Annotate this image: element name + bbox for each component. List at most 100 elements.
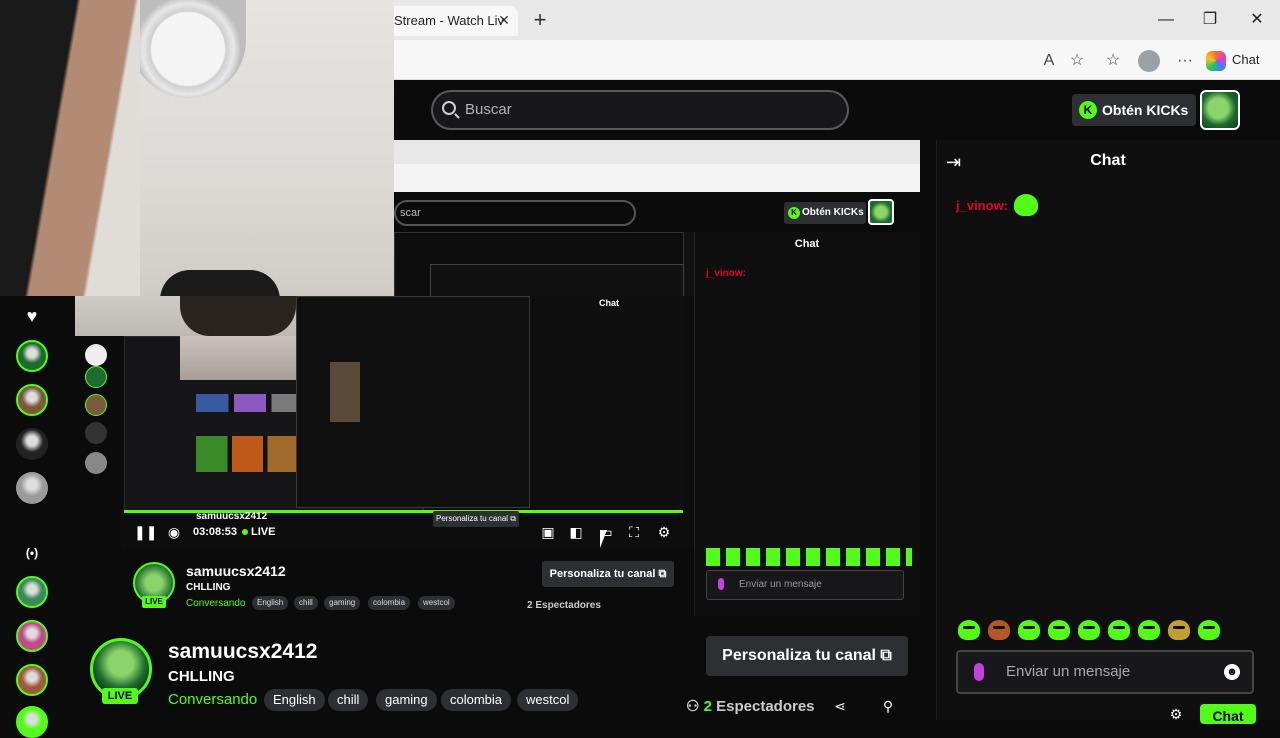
nested-player-customize: Personaliza tu canal ⧉ <box>433 511 519 527</box>
nested-sidebar-avatar <box>85 422 107 444</box>
profile-icon[interactable] <box>1138 50 1160 72</box>
stream-tag[interactable]: English <box>264 689 325 711</box>
emote-button[interactable] <box>1108 620 1130 640</box>
streamer-figure <box>0 0 140 296</box>
emote-button[interactable] <box>958 620 980 640</box>
minimize-button[interactable]: — <box>1146 8 1186 32</box>
pause-icon[interactable]: ❚❚ <box>134 522 157 542</box>
emote-button[interactable] <box>1048 620 1070 640</box>
customize-channel-button[interactable]: Personaliza tu canal ⧉ <box>706 636 908 676</box>
nested-search: scar <box>394 200 636 226</box>
tab-close-icon[interactable]: ✕ <box>496 10 512 30</box>
mini-player-icon[interactable]: ▣ <box>538 522 558 542</box>
wall-clock <box>130 0 246 98</box>
nested-thumbnail-figure <box>330 362 360 422</box>
nested-sidebar-avatar <box>85 366 107 388</box>
chat-message-user[interactable]: j_vinow: <box>956 198 1008 213</box>
get-kicks-label: Obtén KICKs <box>1102 102 1189 118</box>
share-icon[interactable]: ⋖ <box>832 698 848 714</box>
nested-mic-icon <box>718 578 724 590</box>
stream-tag[interactable]: gaming <box>376 689 437 711</box>
search-icon <box>442 101 456 115</box>
chat-emote <box>1014 194 1038 216</box>
emoji-picker-icon[interactable]: ☻ <box>1224 664 1240 680</box>
channel-name[interactable]: samuucsx2412 <box>168 640 317 664</box>
stream-category-link[interactable]: Conversando <box>168 691 257 708</box>
emote-button[interactable] <box>1198 620 1220 640</box>
fullscreen-icon[interactable]: ⛶ <box>624 522 644 542</box>
chat-message-input[interactable]: Enviar un mensaje <box>956 650 1254 694</box>
chat-send-button[interactable]: Chat <box>1200 704 1256 724</box>
nested-chat-title: Chat <box>794 238 820 250</box>
emote-quick-bar <box>958 620 1254 644</box>
sidebar-channel-avatar[interactable] <box>16 472 48 504</box>
mute-icon[interactable]: ◉ <box>164 522 184 542</box>
nested-channel-name: samuucsx2412 <box>186 563 286 579</box>
emote-button[interactable] <box>1018 620 1040 640</box>
kick-coin-icon: K <box>1079 101 1097 119</box>
nested-live-badge: LIVE <box>142 596 166 608</box>
emote-button[interactable] <box>1138 620 1160 640</box>
more-menu-icon[interactable]: ··· <box>1174 50 1196 72</box>
copilot-icon <box>1206 50 1226 71</box>
nested-chat-level3 <box>534 296 684 508</box>
sidebar-channel-avatar[interactable] <box>16 428 48 460</box>
viewer-label: Espectadores <box>716 698 815 715</box>
nested-get-kicks: Obtén KICKs <box>784 202 866 224</box>
stream-tag[interactable]: chill <box>328 689 369 711</box>
stream-tag[interactable]: westcol <box>517 689 579 711</box>
nested-chat-level3-title: Chat <box>599 298 619 308</box>
chair <box>160 270 280 296</box>
stream-tag[interactable]: colombia <box>441 689 512 711</box>
nested-avatar <box>868 199 894 225</box>
user-avatar[interactable] <box>1200 90 1240 130</box>
nested-stream-category: Conversando <box>186 598 246 609</box>
search-input[interactable]: Buscar <box>431 90 849 130</box>
settings-icon[interactable]: ⚙ <box>654 522 674 542</box>
viewer-count: ⚇ 2 Espectadores <box>686 697 815 715</box>
clip-icon[interactable]: ◧ <box>566 522 586 542</box>
nested-sidebar-avatar <box>85 452 107 474</box>
read-aloud-icon[interactable]: A <box>1038 50 1060 72</box>
nested-customize-button: Personaliza tu canal ⧉ <box>542 561 674 587</box>
stream-uptime: 03:08:53 <box>193 526 238 538</box>
sidebar-channel-avatar[interactable] <box>16 664 48 696</box>
favorites-icon[interactable]: ☆ <box>1102 50 1124 72</box>
restore-button[interactable]: ❐ <box>1190 8 1230 32</box>
copilot-chat-button[interactable]: Chat <box>1206 46 1276 74</box>
viewer-number: 2 <box>703 698 712 715</box>
sidebar-channel-avatar[interactable] <box>16 576 48 608</box>
nested-stream-title: CHLLING <box>186 582 231 593</box>
sidebar-channel-avatar[interactable] <box>16 620 48 652</box>
favorite-star-icon[interactable]: ☆ <box>1066 50 1088 72</box>
emote-button[interactable] <box>988 620 1010 640</box>
nested-tag: westcol <box>418 596 455 610</box>
nested-chat-user: j_vinow: <box>706 268 747 279</box>
nested-player-channel: samuucsx2412 <box>196 511 268 522</box>
new-tab-button[interactable]: + <box>528 8 552 32</box>
close-window-button[interactable]: ✕ <box>1237 8 1277 32</box>
follow-icon[interactable]: ⚲ <box>880 698 896 714</box>
chat-title: Chat <box>1090 152 1126 169</box>
tab-title: Stream - Watch Liv <box>394 13 505 28</box>
nested-tabbar <box>394 140 920 164</box>
nested-chat-input: Enviar un mensaje <box>706 570 904 600</box>
stream-title: CHLLING <box>168 668 235 685</box>
sidebar-channel-avatar[interactable] <box>16 340 48 372</box>
nested-address-bar <box>394 164 920 192</box>
emote-button[interactable] <box>1168 620 1190 640</box>
live-badge: LIVE <box>102 688 138 704</box>
nested-webcam-level3 <box>180 336 296 380</box>
viewers-icon: ⚇ <box>686 698 704 715</box>
emote-button[interactable] <box>1078 620 1100 640</box>
nested-viewer-count: 2 Espectadores <box>527 600 601 611</box>
heart-icon[interactable]: ♥ <box>22 306 42 326</box>
sidebar-channel-avatar[interactable] <box>16 706 48 738</box>
nested-sidebar-avatar <box>85 394 107 416</box>
nested-sidebar-heart <box>85 344 107 366</box>
microphone-icon[interactable] <box>974 663 984 681</box>
nested-emote-row <box>706 548 912 566</box>
nested-tag: English <box>252 596 289 610</box>
sidebar-channel-avatar[interactable] <box>16 384 48 416</box>
nested-webcam-figure <box>180 296 296 336</box>
